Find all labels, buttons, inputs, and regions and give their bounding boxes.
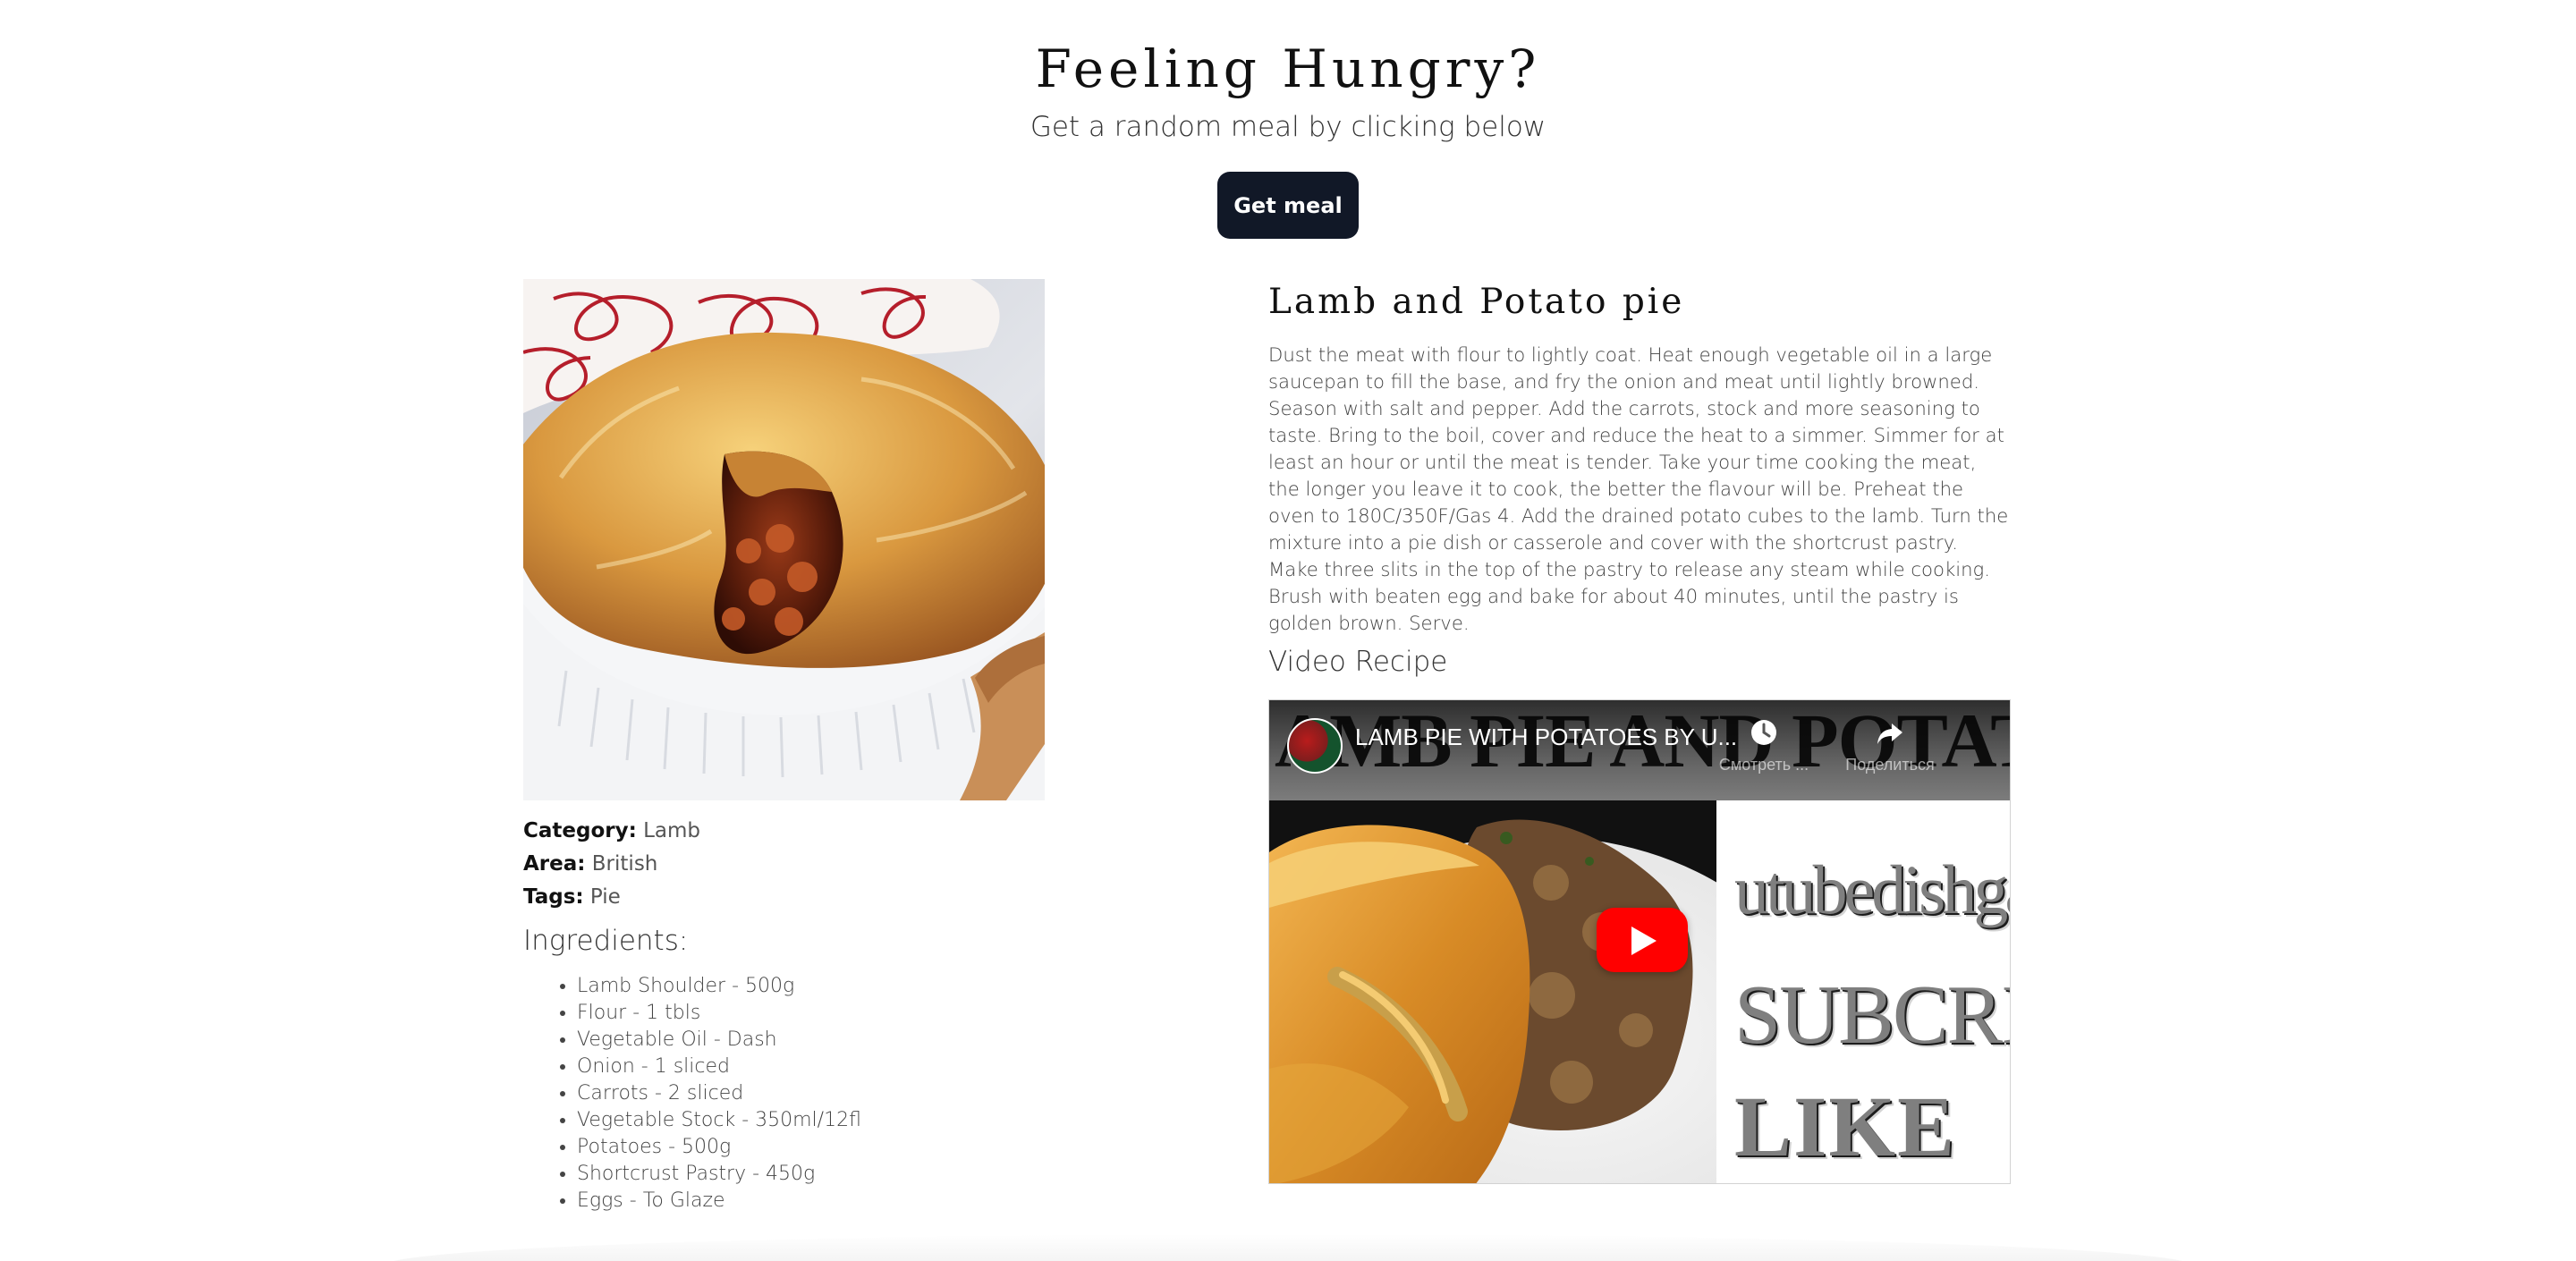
ingredient-item: Potatoes - 500g	[577, 1134, 1096, 1161]
tags-label: Tags:	[523, 885, 584, 909]
area-label: Area:	[523, 852, 586, 876]
ingredient-item: Carrots - 2 sliced	[577, 1080, 1096, 1107]
watch-later-button[interactable]: Смотреть ...	[1715, 711, 1813, 774]
share-icon	[1877, 724, 1902, 744]
clock-icon	[1751, 720, 1776, 745]
hero-title: Feeling Hungry?	[1035, 38, 1541, 99]
subscribe-watermark-text: SUBCRIB	[1734, 969, 2010, 1062]
ingredient-item: Flour - 1 tbls	[577, 1000, 1096, 1027]
video-recipe-heading: Video Recipe	[1268, 646, 1448, 678]
category-value: Lamb	[643, 819, 701, 842]
video-thumbnail[interactable]	[1269, 800, 1716, 1183]
recipe-column: Lamb and Potato pie Dust the meat with f…	[1268, 279, 2012, 1184]
ingredient-item: Shortcrust Pastry - 450g	[577, 1161, 1096, 1188]
share-button[interactable]: Поделиться	[1841, 711, 1939, 774]
category-label: Category:	[523, 819, 637, 842]
recipe-instructions: Dust the meat with flour to lightly coat…	[1268, 343, 2009, 634]
play-icon	[1631, 927, 1657, 955]
meal-content: Category: Lamb Area: British Tags: Pie I…	[523, 279, 2012, 1227]
meal-image	[523, 279, 1045, 800]
youtube-video-embed[interactable]: AMB PIE AND POTATOE LAMB PIE WITH POTATO…	[1268, 699, 2011, 1184]
hero-subtitle: Get a random meal by clicking below	[1030, 111, 1546, 143]
footer-shadow	[385, 1234, 2191, 1261]
play-button[interactable]	[1597, 908, 1688, 972]
ingredient-item: Eggs - To Glaze	[577, 1188, 1096, 1214]
ingredients-heading: Ingredients:	[523, 925, 689, 957]
get-meal-button[interactable]: Get meal	[1217, 172, 1359, 239]
page: Feeling Hungry? Get a random meal by cli…	[0, 0, 2576, 1261]
video-side-panel: utubedishgagi SUBCRIB LIKE	[1716, 800, 2010, 1183]
like-watermark-text: LIKE	[1734, 1079, 1957, 1174]
ingredients-list: Lamb Shoulder - 500g Flour - 1 tbls Vege…	[523, 973, 1096, 1214]
video-title-link[interactable]: LAMB PIE WITH POTATOES BY U...	[1355, 722, 1740, 752]
video-thumbnail-pie-image	[1269, 800, 1716, 1183]
video-header: AMB PIE AND POTATOE LAMB PIE WITH POTATO…	[1269, 700, 2010, 800]
ingredient-item: Onion - 1 sliced	[577, 1054, 1096, 1080]
tags-value: Pie	[589, 885, 621, 909]
meal-details-column: Category: Lamb Area: British Tags: Pie I…	[523, 279, 1096, 1214]
ingredient-item: Vegetable Stock - 350ml/12fl	[577, 1107, 1096, 1134]
channel-avatar[interactable]	[1287, 718, 1343, 774]
category-line: Category: Lamb	[523, 815, 1096, 848]
area-value: British	[591, 852, 658, 876]
meal-title: Lamb and Potato pie	[1268, 282, 1685, 322]
ingredient-item: Lamb Shoulder - 500g	[577, 973, 1096, 1000]
ingredient-item: Vegetable Oil - Dash	[577, 1027, 1096, 1054]
area-line: Area: British	[523, 848, 1096, 881]
channel-watermark-text: utubedishgagi	[1734, 851, 2010, 928]
hero-section: Feeling Hungry? Get a random meal by cli…	[0, 0, 2576, 239]
share-label: Поделиться	[1845, 756, 1935, 774]
watch-later-label: Смотреть ...	[1718, 756, 1809, 774]
pie-image-illustration	[523, 279, 1045, 800]
tags-line: Tags: Pie	[523, 881, 1096, 914]
